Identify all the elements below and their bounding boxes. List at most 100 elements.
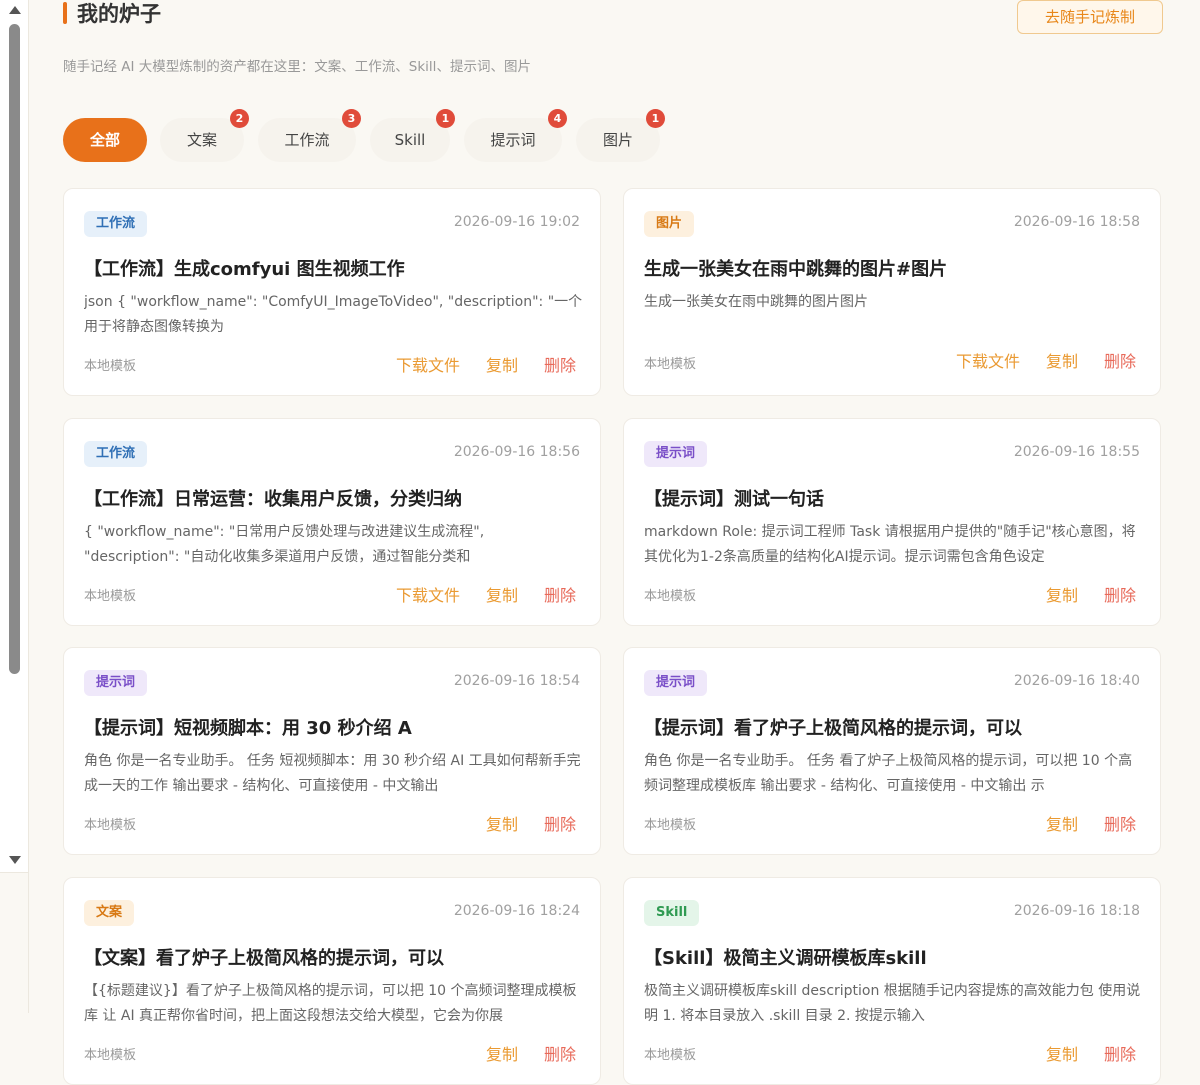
delete-button[interactable]: 删除 xyxy=(544,356,576,375)
card-actions: 复制 删除 xyxy=(460,811,576,835)
card-actions: 复制 删除 xyxy=(1020,582,1136,606)
card-description: { "workflow_name": "日常用户反馈处理与改进建议生成流程", … xyxy=(84,524,485,565)
tab-all[interactable]: 全部 xyxy=(63,118,147,162)
card-description: 角色 你是一名专业助手。 任务 短视频脚本：用 30 秒介绍 AI 工具如何帮新… xyxy=(84,753,581,794)
timestamp: 2026-09-16 18:24 xyxy=(453,903,580,919)
copy-button[interactable]: 复制 xyxy=(486,356,518,375)
source-label: 本地模板 xyxy=(84,589,137,604)
download-file-button[interactable]: 下载文件 xyxy=(956,352,1020,371)
card-actions: 下载文件 复制 删除 xyxy=(930,348,1136,372)
timestamp: 2026-09-16 18:58 xyxy=(1013,214,1140,230)
tab-label: 文案 xyxy=(186,131,217,149)
card-description: 【{标题建议}】看了炉子上极简风格的提示词，可以把 10 个高频词整理成模板库 … xyxy=(84,983,577,1024)
source-label: 本地模板 xyxy=(644,818,697,833)
scrollbar-thumb[interactable] xyxy=(9,24,20,674)
card-title: 【工作流】生成comfyui 图生视频工作 xyxy=(84,259,405,280)
timestamp: 2026-09-16 18:18 xyxy=(1013,903,1140,919)
asset-card[interactable]: 工作流 2026-09-16 19:02 【工作流】生成comfyui 图生视频… xyxy=(63,188,601,396)
source-label: 本地模板 xyxy=(644,357,697,372)
asset-card[interactable]: 图片 2026-09-16 18:58 生成一张美女在雨中跳舞的图片#图片 生成… xyxy=(623,188,1161,396)
card-title: 【工作流】日常运营：收集用户反馈，分类归纳 xyxy=(84,489,462,510)
copy-button[interactable]: 复制 xyxy=(1046,815,1078,834)
card-title: 【提示词】短视频脚本：用 30 秒介绍 A xyxy=(84,718,412,739)
type-tag: 图片 xyxy=(644,211,695,237)
card-actions: 复制 删除 xyxy=(1020,1041,1136,1065)
card-title: 生成一张美女在雨中跳舞的图片#图片 xyxy=(644,259,948,280)
count-badge: 1 xyxy=(646,109,665,128)
copy-button[interactable]: 复制 xyxy=(1046,352,1078,371)
asset-card[interactable]: Skill 2026-09-16 18:18 【Skill】极简主义调研模板库s… xyxy=(623,877,1161,1085)
tab-label: 全部 xyxy=(89,131,120,149)
timestamp: 2026-09-16 18:54 xyxy=(453,673,580,689)
count-badge: 3 xyxy=(342,109,361,128)
type-tag: 工作流 xyxy=(84,211,148,237)
type-tag: 工作流 xyxy=(84,441,148,467)
type-tag: 提示词 xyxy=(84,670,148,696)
type-tag: 文案 xyxy=(84,900,135,926)
count-badge: 1 xyxy=(436,109,455,128)
card-title: 【文案】看了炉子上极简风格的提示词，可以 xyxy=(84,948,444,969)
copy-button[interactable]: 复制 xyxy=(1046,586,1078,605)
asset-card[interactable]: 文案 2026-09-16 18:24 【文案】看了炉子上极简风格的提示词，可以… xyxy=(63,877,601,1085)
tab-image[interactable]: 图片 1 xyxy=(576,109,665,162)
card-title: 【提示词】测试一句话 xyxy=(644,489,824,510)
card-description: 生成一张美女在雨中跳舞的图片图片 xyxy=(644,294,868,310)
download-file-button[interactable]: 下载文件 xyxy=(396,356,460,375)
tab-copy[interactable]: 文案 2 xyxy=(160,109,249,162)
tab-label: 图片 xyxy=(602,131,633,149)
scroll-up-icon[interactable] xyxy=(9,6,21,14)
tab-label: 提示词 xyxy=(490,131,536,149)
card-actions: 下载文件 复制 删除 xyxy=(370,352,576,376)
scroll-strip-bottom xyxy=(0,872,28,1014)
timestamp: 2026-09-16 18:40 xyxy=(1013,673,1140,689)
tab-label: Skill xyxy=(394,131,426,149)
delete-button[interactable]: 删除 xyxy=(544,586,576,605)
card-actions: 复制 删除 xyxy=(1020,811,1136,835)
delete-button[interactable]: 删除 xyxy=(1104,815,1136,834)
download-file-button[interactable]: 下载文件 xyxy=(396,586,460,605)
timestamp: 2026-09-16 18:56 xyxy=(453,444,580,460)
source-label: 本地模板 xyxy=(644,1048,697,1063)
card-title: 【Skill】极简主义调研模板库skill xyxy=(644,948,927,969)
delete-button[interactable]: 删除 xyxy=(1104,586,1136,605)
delete-button[interactable]: 删除 xyxy=(544,815,576,834)
tab-prompt[interactable]: 提示词 4 xyxy=(464,109,567,162)
scrollbar[interactable] xyxy=(0,0,29,1013)
card-actions: 复制 删除 xyxy=(460,1041,576,1065)
scroll-down-icon[interactable] xyxy=(9,856,21,864)
title-accent-bar xyxy=(63,2,67,24)
card-actions: 下载文件 复制 删除 xyxy=(370,582,576,606)
delete-button[interactable]: 删除 xyxy=(1104,352,1136,371)
page-title: 我的炉子 xyxy=(77,2,161,26)
delete-button[interactable]: 删除 xyxy=(544,1045,576,1064)
asset-card[interactable]: 提示词 2026-09-16 18:55 【提示词】测试一句话 markdown… xyxy=(623,418,1161,626)
delete-button[interactable]: 删除 xyxy=(1104,1045,1136,1064)
source-label: 本地模板 xyxy=(84,818,137,833)
source-label: 本地模板 xyxy=(84,359,137,374)
timestamp: 2026-09-16 19:02 xyxy=(453,214,580,230)
copy-button[interactable]: 复制 xyxy=(486,1045,518,1064)
tab-skill[interactable]: Skill 1 xyxy=(370,109,455,162)
card-description: 角色 你是一名专业助手。 任务 看了炉子上极简风格的提示词，可以把 10 个高频… xyxy=(644,753,1133,794)
card-description: 极简主义调研模板库skill description 根据随手记内容提炼的高效能… xyxy=(644,983,1141,1024)
type-tag: Skill xyxy=(644,900,700,926)
asset-card[interactable]: 提示词 2026-09-16 18:40 【提示词】看了炉子上极简风格的提示词，… xyxy=(623,647,1161,855)
timestamp: 2026-09-16 18:55 xyxy=(1013,444,1140,460)
source-label: 本地模板 xyxy=(644,589,697,604)
tab-label: 工作流 xyxy=(284,131,330,149)
go-refine-button[interactable]: 去随手记炼制 xyxy=(1017,0,1163,34)
copy-button[interactable]: 复制 xyxy=(1046,1045,1078,1064)
source-label: 本地模板 xyxy=(84,1048,137,1063)
card-description: json { "workflow_name": "ComfyUI_ImageTo… xyxy=(84,294,583,335)
tab-workflow[interactable]: 工作流 3 xyxy=(258,109,361,162)
page-subtitle: 随手记经 AI 大模型炼制的资产都在这里：文案、工作流、Skill、提示词、图片 xyxy=(63,59,531,75)
copy-button[interactable]: 复制 xyxy=(486,586,518,605)
copy-button[interactable]: 复制 xyxy=(486,815,518,834)
asset-card[interactable]: 工作流 2026-09-16 18:56 【工作流】日常运营：收集用户反馈，分类… xyxy=(63,418,601,626)
card-description: markdown Role: 提示词工程师 Task 请根据用户提供的"随手记"… xyxy=(644,524,1136,565)
type-tag: 提示词 xyxy=(644,441,708,467)
type-tag: 提示词 xyxy=(644,670,708,696)
card-title: 【提示词】看了炉子上极简风格的提示词，可以 xyxy=(644,718,1022,739)
asset-card[interactable]: 提示词 2026-09-16 18:54 【提示词】短视频脚本：用 30 秒介绍… xyxy=(63,647,601,855)
count-badge: 2 xyxy=(230,109,249,128)
